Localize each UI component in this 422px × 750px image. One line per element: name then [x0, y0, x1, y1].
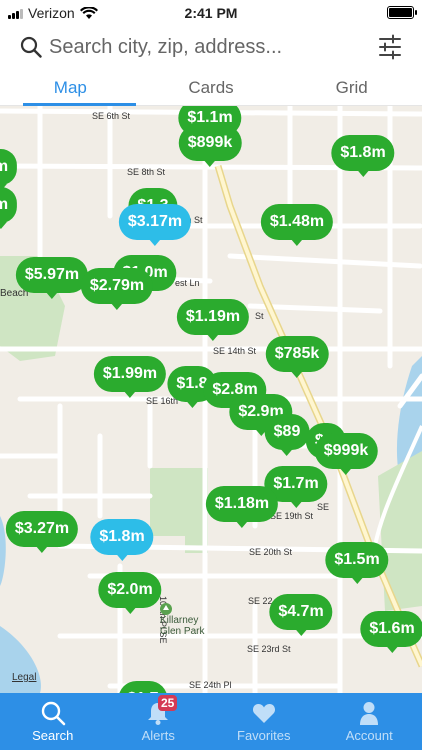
battery-icon — [387, 6, 417, 19]
nav-label: Favorites — [237, 728, 291, 743]
street-label: SE 19th St — [270, 511, 314, 521]
search-icon — [41, 701, 66, 726]
street-label: SE — [317, 502, 330, 512]
nav-favorites[interactable]: Favorites — [211, 693, 317, 750]
price-pin[interactable]: $999k — [314, 433, 378, 475]
price-pin[interactable]: $2.0m — [98, 572, 162, 614]
price-pin-selected[interactable]: $3.17m — [118, 204, 192, 246]
park-label: Killarney Glen Park — [150, 603, 206, 651]
search-bar[interactable]: Search city, zip, address... — [0, 28, 422, 68]
view-tabs: Map Cards Grid — [0, 72, 422, 106]
price-pin[interactable]: $1.99m — [93, 356, 167, 398]
legal-link[interactable]: Legal — [12, 672, 36, 683]
tab-cards[interactable]: Cards — [141, 72, 282, 105]
map-view[interactable]: SE 6th St SE 8th St SE 14th St SE 16th S… — [0, 106, 422, 693]
price-pin[interactable]: $3.27m — [5, 511, 79, 553]
street-label: SE 24th Pl — [189, 680, 232, 690]
price-pin[interactable]: $1.48m — [260, 204, 334, 246]
bottom-nav: Search Alerts Favorites Account 25 — [0, 693, 422, 750]
street-label: SE 6th St — [92, 111, 131, 121]
alerts-badge: 25 — [158, 695, 178, 711]
nav-label: Alerts — [141, 728, 175, 743]
street-label: SE 23rd St — [247, 644, 291, 654]
park-icon — [160, 603, 172, 615]
tab-map[interactable]: Map — [0, 72, 141, 106]
street-label: SE 14th St — [213, 346, 257, 356]
search-input[interactable]: Search city, zip, address... — [49, 36, 282, 59]
price-pin[interactable]: $1.19m — [176, 299, 250, 341]
price-pin[interactable]: $4.7m — [269, 594, 333, 636]
street-label: St — [255, 311, 264, 321]
nav-search[interactable]: Search — [0, 693, 106, 750]
status-bar: Verizon 2:41 PM — [0, 0, 422, 26]
price-pin[interactable]: $5.97m — [15, 257, 89, 299]
price-pin[interactable]: $785k — [265, 336, 329, 378]
price-pin[interactable]: $2.79m — [80, 268, 154, 310]
street-label: est Ln — [175, 278, 200, 288]
street-label: SE 8th St — [127, 167, 166, 177]
price-pin[interactable]: $1.18m — [205, 486, 279, 528]
price-pin[interactable]: $899k — [178, 125, 242, 167]
price-pin[interactable]: $89 — [264, 414, 310, 456]
price-pin-selected[interactable]: $1.8m — [90, 519, 154, 561]
street-label: SE 20th St — [249, 547, 293, 557]
price-pin[interactable]: $1.5m — [325, 542, 389, 584]
filter-icon[interactable] — [378, 34, 402, 60]
tab-grid[interactable]: Grid — [281, 72, 422, 105]
clock: 2:41 PM — [184, 5, 238, 21]
street-label: SE 22 — [248, 596, 273, 606]
price-pin[interactable]: $1.8m — [331, 135, 395, 177]
person-icon — [360, 702, 379, 725]
nav-account[interactable]: Account — [317, 693, 422, 750]
search-icon — [20, 36, 42, 58]
price-pin[interactable]: $1.6m — [360, 611, 422, 653]
park-name: Killarney Glen Park — [160, 615, 205, 637]
heart-icon — [252, 704, 275, 723]
nav-label: Search — [32, 728, 74, 743]
nav-label: Account — [345, 728, 393, 743]
